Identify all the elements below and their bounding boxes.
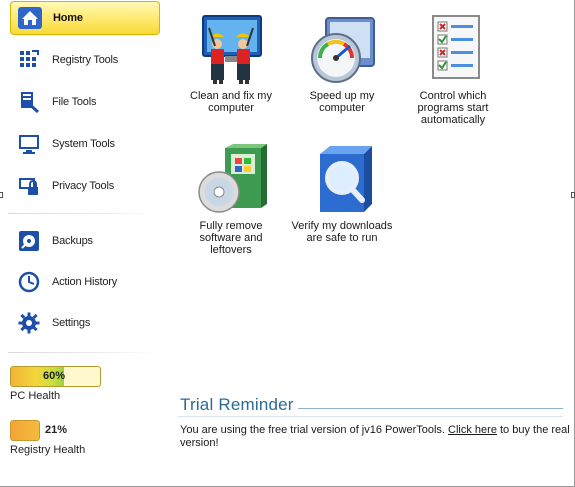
tile-startup-line2: programs start [417,102,489,114]
registry-health-percent: 21% [45,424,68,436]
tile-speed-up[interactable]: Speed up my computer [287,14,397,114]
monitor-icon [16,131,42,157]
tile-clean-line1: Clean and fix my [190,90,272,102]
tile-verify-line1: Verify my downloads [291,220,393,232]
sidebar-item-label: Privacy Tools [52,180,114,192]
sidebar-item-label: System Tools [52,138,115,150]
registry-icon [16,47,42,73]
magnifier-box-icon [306,144,378,216]
sidebar-item-label: Registry Tools [52,54,119,66]
tile-fully-remove[interactable]: Fully remove software and leftovers [176,144,286,256]
sidebar-item-label: Settings [52,317,91,329]
sidebar-item-label: Action History [52,276,118,288]
file-tools-icon [16,89,42,115]
registry-health-fill [10,420,40,441]
clock-icon [16,269,42,295]
pc-health-percent: 60% [43,370,66,382]
tile-remove-line1: Fully remove [199,220,263,232]
gear-icon [16,310,42,336]
trial-reminder-text: You are using the free trial version of … [180,424,570,450]
backup-disk-icon [16,228,42,254]
registry-health-meter [10,420,40,441]
sidebar-item-label: File Tools [52,96,97,108]
sidebar-item-label: Home [53,12,83,24]
tile-speed-line1: Speed up my [309,90,375,102]
sidebar-item-home[interactable]: Home [10,1,160,35]
trial-text-before: You are using the free trial version of … [180,424,449,436]
sidebar-item-settings[interactable]: Settings [10,306,160,340]
pc-health-meter: 60% [10,366,101,387]
workers-cleaning-screen-icon [195,14,267,86]
buy-link[interactable]: Click here [448,424,497,436]
sidebar-item-label: Backups [52,235,93,247]
sidebar-divider [8,213,156,214]
pc-health-label: PC Health [10,390,61,402]
tile-verify-downloads[interactable]: Verify my downloads are safe to run [287,144,397,244]
home-icon [17,5,43,31]
sidebar-item-privacy-tools[interactable]: Privacy Tools [10,169,160,203]
tile-control-startup[interactable]: Control which programs start automatical… [398,14,508,126]
trial-divider [178,416,563,417]
trial-title-rule [298,408,563,409]
sidebar-item-backups[interactable]: Backups [10,224,160,258]
tile-startup-line3: automatically [420,114,486,126]
resize-handle-right[interactable] [571,192,575,198]
tile-clean-line2: computer [208,102,254,114]
sidebar-divider [8,352,156,353]
sidebar-item-action-history[interactable]: Action History [10,265,160,299]
sidebar-item-system-tools[interactable]: System Tools [10,127,160,161]
tile-remove-line2: software and [199,232,263,244]
registry-health-label: Registry Health [10,444,86,456]
speedometer-icon [306,14,378,86]
sidebar-item-registry-tools[interactable]: Registry Tools [10,43,160,77]
tile-clean-and-fix[interactable]: Clean and fix my computer [176,14,286,114]
checklist-icon [417,14,489,86]
trial-reminder-title: Trial Reminder [180,395,294,414]
tile-verify-line2: are safe to run [306,232,378,244]
sidebar-item-file-tools[interactable]: File Tools [10,85,160,119]
sidebar: Home Registry Tools File Tools System To… [0,0,165,487]
software-box-disc-icon [195,144,267,216]
privacy-lock-icon [16,173,42,199]
tile-speed-line2: computer [319,102,365,114]
tile-startup-line1: Control which [419,90,487,102]
tile-remove-line3: leftovers [210,244,252,256]
